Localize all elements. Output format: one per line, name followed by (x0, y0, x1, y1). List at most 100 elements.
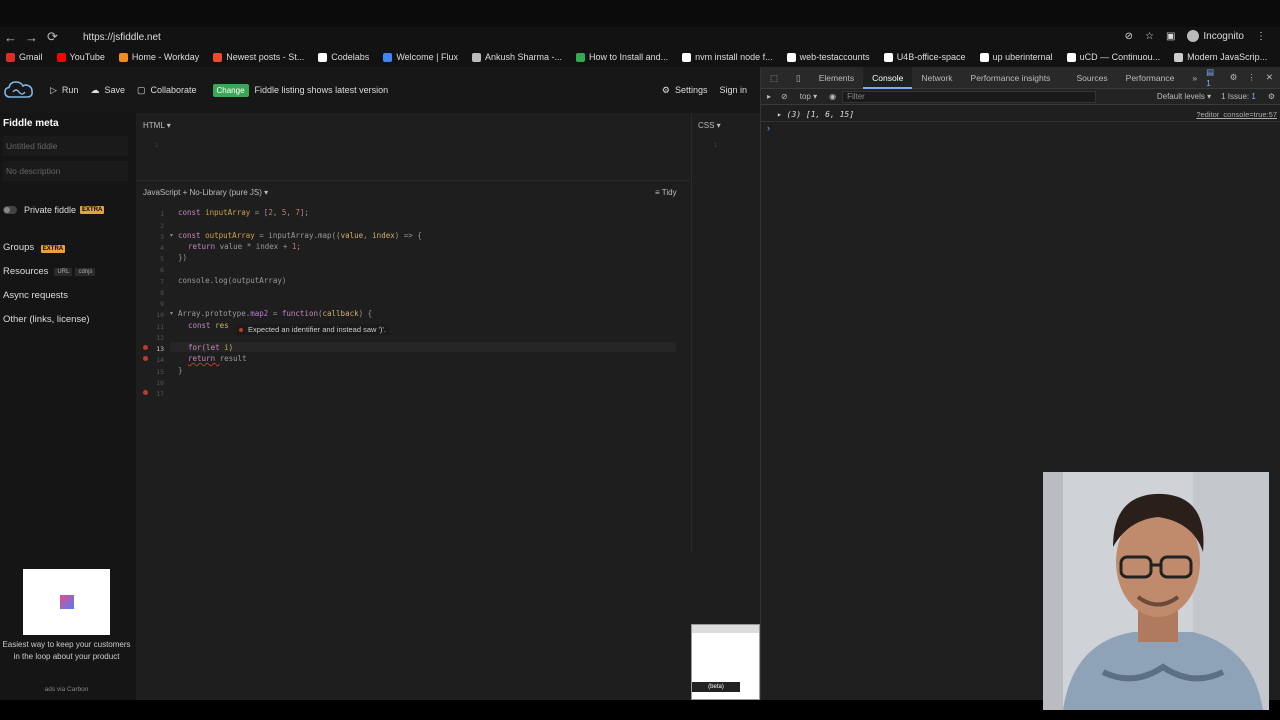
fold-arrow-icon[interactable]: ▾ (170, 310, 173, 317)
bookmark-label: web-testaccounts (799, 52, 870, 62)
console-log-row[interactable]: ▸ (3) [1, 6, 15] ?editor_console=true:57 (761, 106, 1280, 122)
code-line-1[interactable]: const inputArray = [2, 5, 7]; (178, 208, 309, 217)
tab-elements[interactable]: Elements (810, 67, 863, 89)
signin-link[interactable]: Sign in (719, 85, 747, 95)
issues-link[interactable]: 1 Issue: 1 (1221, 92, 1256, 101)
bookmark-item[interactable]: Modern JavaScrip... (1174, 52, 1267, 62)
code-token: result (219, 354, 247, 363)
js-pane-label[interactable]: JavaScript + No-Library (pure JS) ▾ (143, 188, 268, 197)
bookmark-item[interactable]: YouTube (56, 52, 105, 62)
code-line-11[interactable]: const res (188, 321, 229, 330)
bookmark-item[interactable]: Codelabs (318, 52, 369, 62)
tidy-button[interactable]: ≡ Tidy (655, 188, 677, 197)
clear-console-icon[interactable]: ⊘ (781, 92, 788, 101)
sidepanel-icon[interactable]: ▣ (1166, 31, 1175, 42)
code-line-15[interactable]: } (178, 366, 183, 375)
groups-section[interactable]: Groups EXTRA (3, 242, 66, 253)
tab-performance[interactable]: Performance (1117, 67, 1184, 89)
tab-network[interactable]: Network (912, 67, 961, 89)
log-output[interactable]: ▸ (3) [1, 6, 15] (777, 110, 854, 119)
result-frame[interactable]: (beta) (691, 624, 760, 700)
error-marker[interactable] (143, 345, 148, 350)
change-badge[interactable]: Change (212, 83, 249, 97)
bookmark-item[interactable]: uCD — Continuou... (1066, 52, 1160, 62)
console-filter-input[interactable]: Filter (842, 90, 1097, 103)
ads-via-carbon[interactable]: ads via Carbon (0, 686, 133, 693)
code-line-14[interactable]: return result (188, 354, 247, 363)
line-number: 17 (156, 390, 164, 398)
bookmark-item[interactable]: up uberinternal (979, 52, 1053, 62)
save-button[interactable]: ☁ Save (90, 85, 125, 96)
code-line-4[interactable]: return value * index + 1; (188, 242, 301, 251)
css-pane[interactable]: CSS ▾ 1 (691, 113, 760, 553)
forward-icon[interactable]: → (21, 30, 42, 45)
log-levels-select[interactable]: Default levels ▾ (1157, 92, 1211, 101)
context-select[interactable]: top ▾ (800, 92, 817, 101)
url-tag[interactable]: URL (54, 267, 73, 276)
more-tabs-icon[interactable]: » (1183, 67, 1206, 89)
live-expression-icon[interactable]: ◉ (829, 92, 836, 101)
incognito-avatar[interactable]: Incognito (1187, 30, 1244, 42)
code-line-13[interactable]: for(let i) (188, 343, 233, 352)
star-icon[interactable]: ☆ (1145, 31, 1154, 42)
error-marker[interactable] (143, 390, 148, 395)
menu-icon[interactable]: ⋮ (1256, 31, 1266, 42)
bookmark-item[interactable]: Welcome | Flux (383, 52, 458, 62)
tab-performance-insights[interactable]: Performance insights ⚠ (962, 67, 1068, 105)
carbon-ad-image[interactable] (23, 569, 110, 635)
jsfiddle-logo[interactable] (4, 79, 34, 101)
bookmark-item[interactable]: web-testaccounts (786, 52, 870, 62)
sidebar-toggle-icon[interactable]: ▸ (767, 92, 771, 101)
bookmark-item[interactable]: Home - Workday (118, 52, 199, 62)
bookmark-item[interactable]: Ankush Sharma -... (472, 52, 562, 62)
extra-badge: EXTRA (80, 206, 105, 214)
issues-text: 1 Issue: (1221, 92, 1250, 101)
inspect-icon[interactable]: ⬚ (761, 67, 787, 89)
eye-off-icon[interactable]: ⊘ (1125, 31, 1133, 42)
bookmark-item[interactable]: Newest posts - St... (213, 52, 304, 62)
other-section[interactable]: Other (links, license) (3, 314, 90, 325)
code-line-3[interactable]: const outputArray = inputArray.map((valu… (178, 231, 422, 240)
html-pane-label[interactable]: HTML ▾ (143, 121, 171, 130)
code-line-10[interactable]: Array.prototype.map2 = function(callback… (178, 309, 372, 318)
device-toolbar-icon[interactable]: ▯ (787, 67, 810, 89)
back-icon[interactable]: ← (0, 30, 21, 45)
run-label: Run (61, 85, 79, 95)
html-pane[interactable]: HTML ▾ 1 (137, 113, 690, 179)
console-prompt[interactable]: › (767, 123, 770, 133)
cdnjs-tag[interactable]: cdnjs (75, 267, 96, 276)
private-fiddle-toggle[interactable]: Private fiddle EXTRA (3, 205, 105, 215)
settings-gear-icon[interactable]: ⚙ (1230, 72, 1238, 83)
code-line-7[interactable]: console.log(outputArray) (178, 276, 286, 285)
bookmark-item[interactable]: How to Install and... (576, 52, 668, 62)
fiddle-title-input[interactable]: Untitled fiddle (3, 136, 128, 156)
code-line-5[interactable]: }) (178, 253, 187, 262)
webcam-video (1043, 472, 1269, 710)
more-options-icon[interactable]: ⋮ (1247, 72, 1256, 83)
console-settings-icon[interactable]: ⚙ (1268, 92, 1275, 101)
log-source-link[interactable]: ?editor_console=true:57 (1196, 110, 1277, 119)
css-pane-label[interactable]: CSS ▾ (698, 121, 721, 130)
bookmark-favicon-icon (979, 52, 989, 62)
js-pane[interactable]: JavaScript + No-Library (pure JS) ▾ ≡ Ti… (137, 180, 690, 700)
carbon-ad-text[interactable]: Easiest way to keep your customers in th… (0, 639, 133, 663)
tab-sources[interactable]: Sources (1067, 67, 1116, 89)
fiddle-description-input[interactable]: No description (3, 161, 128, 181)
bookmark-item[interactable]: nvm install node f... (682, 52, 773, 62)
close-devtools-icon[interactable]: ✕ (1266, 72, 1273, 83)
resources-section[interactable]: Resources URL cdnjs (3, 266, 96, 277)
error-marker[interactable] (143, 356, 148, 361)
fold-arrow-icon[interactable]: ▾ (170, 232, 173, 239)
async-requests-section[interactable]: Async requests (3, 290, 68, 301)
bookmark-item[interactable]: Gmail (6, 52, 43, 62)
reload-icon[interactable]: ⟳ (42, 29, 63, 45)
bookmark-item[interactable]: U4B-office-space (883, 52, 966, 62)
collaborate-button[interactable]: ▢ Collaborate (137, 85, 197, 96)
run-button[interactable]: ▷ Run (50, 85, 78, 96)
groups-label: Groups (3, 242, 35, 253)
url-text[interactable]: https://jsfiddle.net (83, 32, 161, 43)
tab-console[interactable]: Console (863, 66, 913, 89)
settings-button[interactable]: ⚙ Settings (662, 85, 708, 96)
issues-counter[interactable]: ▤ 1 (1206, 67, 1220, 88)
toggle-switch[interactable] (3, 206, 17, 214)
